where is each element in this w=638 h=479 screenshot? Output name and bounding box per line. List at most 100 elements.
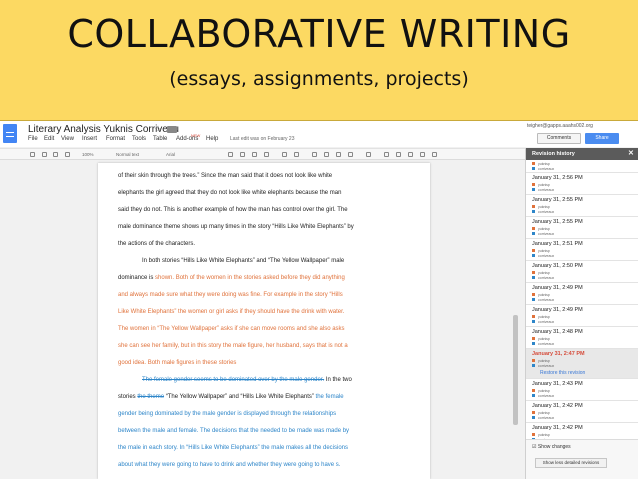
author-color-swatch: [532, 276, 535, 279]
revision-entry[interactable]: yuknisp corriveaux: [526, 161, 638, 173]
menu-addons[interactable]: Add-ons: [176, 136, 198, 142]
undo-icon[interactable]: [42, 152, 47, 157]
author-color-swatch: [532, 162, 535, 165]
bulleted-list-icon[interactable]: [396, 152, 401, 157]
revision-entry[interactable]: January 31, 2:51 PM yuknisp corriveaux: [526, 239, 638, 261]
italic-icon[interactable]: [240, 152, 245, 157]
revision-entry-selected[interactable]: January 31, 2:47 PM yuknisp corriveaux Rest…: [526, 349, 638, 379]
doc-line: stories the theme “The Yellow Wallpaper”…: [118, 394, 344, 400]
revision-timestamp: January 31, 2:42 PM: [532, 425, 583, 431]
author-color-swatch: [532, 315, 535, 318]
author-color-swatch: [532, 298, 535, 301]
paint-format-icon[interactable]: [65, 152, 70, 157]
scroll-thumb[interactable]: [513, 315, 518, 425]
comments-button[interactable]: Comments: [537, 133, 581, 144]
doc-line-edit-author-1: good idea. Both male figures in these st…: [118, 360, 237, 366]
revision-entry[interactable]: January 31, 2:49 PM yuknisp corriveaux: [526, 305, 638, 327]
revision-author: yuknisp: [538, 226, 550, 231]
revision-entry[interactable]: January 31, 2:50 PM yuknisp corriveaux: [526, 261, 638, 283]
align-right-icon[interactable]: [336, 152, 341, 157]
docs-window: Literary Analysis Yuknis Corriveau ☆ tei…: [0, 121, 638, 479]
doc-line: elephants the girl agreed that they do n…: [118, 190, 342, 196]
less-detailed-revisions-button[interactable]: Show less detailed revisions: [535, 458, 607, 468]
slide-banner: COLLABORATIVE WRITING (essays, assignmen…: [0, 0, 638, 121]
numbered-list-icon[interactable]: [384, 152, 389, 157]
font-select[interactable]: Arial: [166, 152, 175, 157]
bold-icon[interactable]: [228, 152, 233, 157]
folder-icon[interactable]: [167, 126, 177, 133]
line-spacing-icon[interactable]: [366, 152, 371, 157]
slide-subtitle: (essays, assignments, projects): [169, 68, 469, 90]
revision-entry[interactable]: January 31, 2:48 PM yuknisp corriveaux: [526, 327, 638, 349]
menu-view[interactable]: View: [61, 136, 74, 142]
comment-icon[interactable]: [294, 152, 299, 157]
underline-icon[interactable]: [252, 152, 257, 157]
menu-edit[interactable]: Edit: [44, 136, 54, 142]
doc-line-edit-author-2: gender being dominated by the male gende…: [118, 411, 337, 417]
revision-entry[interactable]: January 31, 2:55 PM yuknisp corriveaux: [526, 217, 638, 239]
zoom-select[interactable]: 100%: [82, 152, 94, 157]
justify-icon[interactable]: [348, 152, 353, 157]
doc-line-edit-author-1: she can see her family, but in this stor…: [118, 343, 348, 349]
author-color-swatch: [532, 389, 535, 392]
doc-line-edit-author-1: Like White Elephants” the women or girl …: [118, 309, 345, 315]
style-select[interactable]: Normal text: [116, 152, 139, 157]
author-color-swatch: [532, 411, 535, 414]
menu-tools[interactable]: Tools: [132, 136, 146, 142]
share-button[interactable]: Share: [585, 133, 619, 144]
increase-indent-icon[interactable]: [420, 152, 425, 157]
author-color-swatch: [532, 249, 535, 252]
doc-text: “The Yellow Wallpaper” and “Hills Like W…: [164, 394, 314, 400]
last-edit-status[interactable]: Last edit was on February 23: [230, 136, 294, 142]
revision-entry[interactable]: January 31, 2:55 PM yuknisp corriveaux: [526, 195, 638, 217]
doc-line: the actions of the characters.: [118, 241, 196, 247]
revision-author: corriveaux: [538, 319, 555, 324]
align-center-icon[interactable]: [324, 152, 329, 157]
user-email[interactable]: teigher@gapps.aaahs002.org: [527, 123, 593, 129]
text-color-icon[interactable]: [264, 152, 269, 157]
menu-table[interactable]: Table: [153, 136, 167, 142]
doc-line-edit-author-1: The women in “The Yellow Wallpaper” asks…: [118, 326, 345, 332]
revision-timestamp: January 31, 2:56 PM: [532, 175, 583, 181]
revision-entry[interactable]: January 31, 2:49 PM yuknisp corriveaux: [526, 283, 638, 305]
revision-timestamp: January 31, 2:43 PM: [532, 381, 583, 387]
doc-line-edit-author-1: and always made sure what they were doin…: [118, 292, 343, 298]
revision-author: yuknisp: [538, 314, 550, 319]
print-icon[interactable]: [30, 152, 35, 157]
menu-format[interactable]: Format: [106, 136, 125, 142]
revision-author: corriveaux: [538, 253, 555, 258]
revision-entry[interactable]: January 31, 2:42 PMyuknispcorriveaux: [526, 401, 638, 423]
revision-entry[interactable]: January 31, 2:43 PM yuknisp corriveaux: [526, 379, 638, 401]
revision-author: yuknisp: [538, 388, 550, 393]
revision-timestamp: January 31, 2:49 PM: [532, 307, 583, 313]
revision-author: corriveaux: [538, 297, 555, 302]
revision-timestamp: January 31, 2:55 PM: [532, 219, 583, 225]
decrease-indent-icon[interactable]: [408, 152, 413, 157]
revision-entry[interactable]: January 31, 2:56 PM yuknisp corriveaux: [526, 173, 638, 195]
menu-insert[interactable]: Insert: [82, 136, 97, 142]
doc-text-deleted: the theme: [137, 394, 165, 400]
restore-revision-link[interactable]: Restore this revision: [540, 370, 585, 376]
document-scrollbar[interactable]: [512, 165, 520, 477]
close-icon[interactable]: ✕: [628, 149, 634, 157]
revision-author: yuknisp: [538, 358, 550, 363]
doc-text: In the two: [324, 377, 352, 383]
docs-title-bar: Literary Analysis Yuknis Corriveau ☆ tei…: [0, 121, 638, 147]
menu-file[interactable]: File: [28, 136, 38, 142]
menu-bar: File Edit View Insert Format Tools Table…: [0, 133, 520, 146]
align-left-icon[interactable]: [312, 152, 317, 157]
doc-text-edit-author-1: shown. Both of the women in the stories …: [155, 275, 345, 281]
revision-author: corriveaux: [538, 275, 555, 280]
revision-timestamp: January 31, 2:47 PM: [532, 351, 585, 357]
document-page[interactable]: of their skin through the trees.” Since …: [98, 163, 430, 479]
author-color-swatch: [532, 342, 535, 345]
show-changes-checkbox[interactable]: ☑ Show changes: [532, 444, 571, 450]
clear-formatting-icon[interactable]: [432, 152, 437, 157]
revision-author: yuknisp: [538, 410, 550, 415]
doc-text-edit-author-2: the female: [313, 394, 344, 400]
link-icon[interactable]: [282, 152, 287, 157]
menu-help[interactable]: Help: [206, 136, 218, 142]
redo-icon[interactable]: [53, 152, 58, 157]
doc-line: male dominance theme shows up many times…: [118, 224, 354, 230]
revision-author: yuknisp: [538, 182, 550, 187]
